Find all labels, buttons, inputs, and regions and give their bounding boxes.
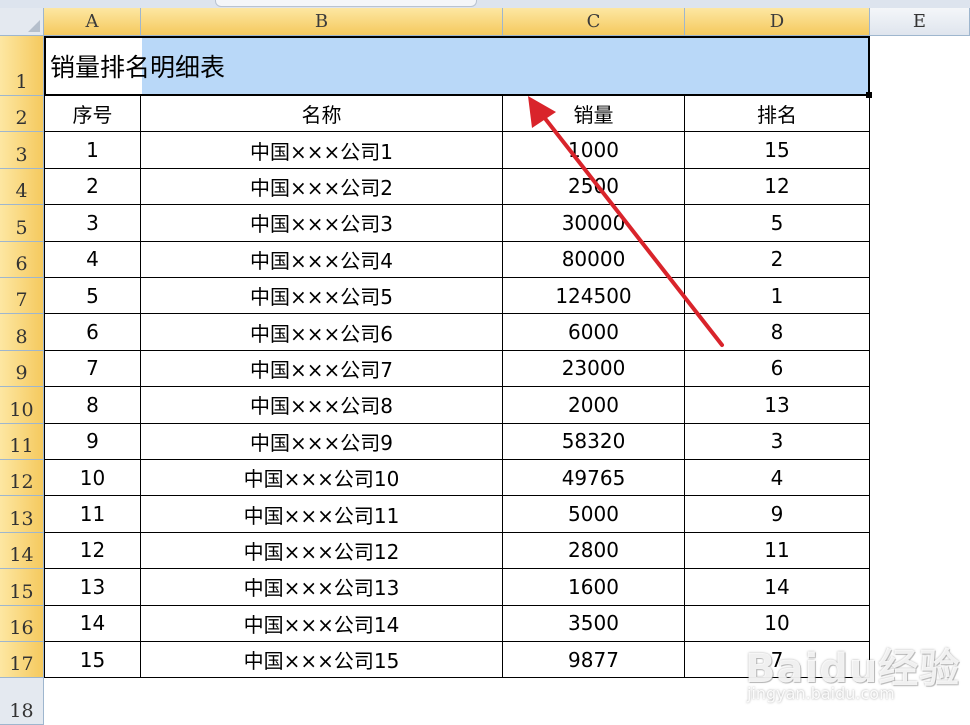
annotation-arrow-shaft <box>538 110 724 347</box>
watermark-url: jingyan.baidu.com <box>747 684 895 703</box>
annotation-arrow-layer <box>528 96 724 347</box>
baidu-watermark: Baidu经验 jingyan.baidu.com <box>745 618 970 708</box>
annotation-arrow-head <box>528 96 556 128</box>
